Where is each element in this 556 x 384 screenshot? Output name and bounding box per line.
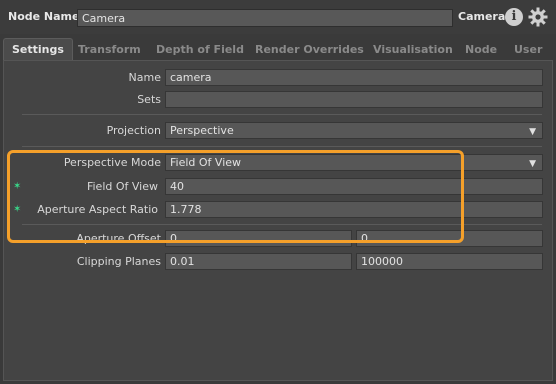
name-label: Name [128, 71, 161, 84]
section-divider [22, 146, 542, 147]
node-name-label: Node Name [8, 10, 80, 23]
section-divider [22, 114, 542, 115]
info-icon[interactable]: i [505, 8, 523, 26]
clipping-planes-label: Clipping Planes [76, 255, 161, 268]
node-type-label: Camera [458, 10, 506, 23]
highlight-box [7, 150, 464, 243]
clipping-near-input[interactable]: 0.01 [165, 253, 352, 270]
chevron-down-icon: ▼ [529, 127, 536, 137]
gear-icon[interactable] [527, 6, 549, 28]
sets-input[interactable] [165, 91, 543, 108]
tab-bar: Settings Transform Depth of Field Render… [0, 36, 556, 61]
chevron-down-icon: ▼ [529, 159, 536, 169]
tab-depth-of-field[interactable]: Depth of Field [156, 39, 244, 60]
tab-user[interactable]: User [514, 39, 542, 60]
name-input[interactable]: camera [165, 69, 543, 86]
sets-label: Sets [137, 93, 161, 106]
tab-visualisation[interactable]: Visualisation [373, 39, 453, 60]
node-header: Node Name Camera Camera i [0, 0, 556, 34]
projection-label: Projection [106, 124, 161, 137]
node-name-input[interactable]: Camera [77, 9, 453, 27]
projection-dropdown[interactable]: Perspective ▼ [165, 122, 543, 139]
clipping-far-input[interactable]: 100000 [356, 253, 543, 270]
tab-node[interactable]: Node [465, 39, 497, 60]
projection-value: Perspective [170, 124, 234, 137]
tab-settings[interactable]: Settings [3, 38, 73, 61]
tab-render-overrides[interactable]: Render Overrides [255, 39, 364, 60]
tab-transform[interactable]: Transform [78, 39, 141, 60]
